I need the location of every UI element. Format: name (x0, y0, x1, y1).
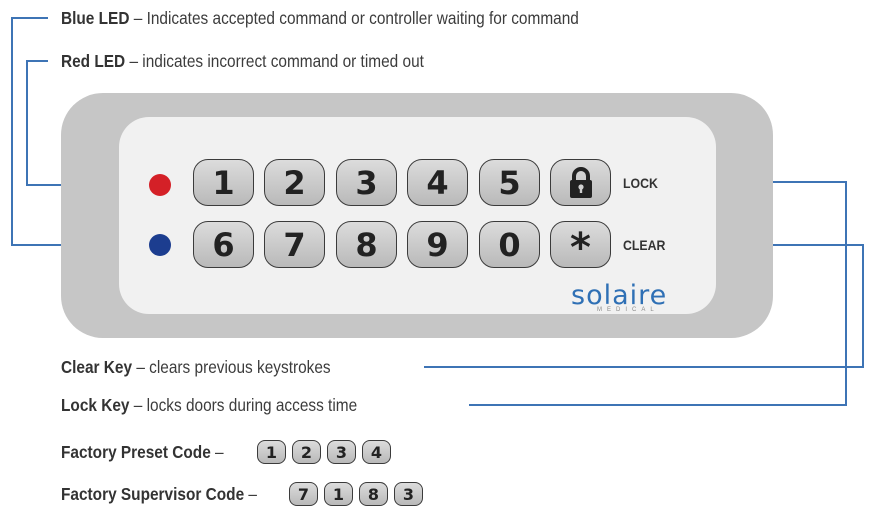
lock-icon (569, 166, 592, 198)
clear-key-title: Clear Key (61, 357, 133, 377)
preset-code-label: Factory Preset Code – (61, 441, 224, 463)
brand-subtitle: MEDICAL (597, 307, 659, 313)
supervisor-digit-3: 8 (359, 482, 388, 506)
supervisor-code-title: Factory Supervisor Code (61, 484, 245, 504)
supervisor-digit-1: 7 (289, 482, 318, 506)
key-0[interactable]: 0 (479, 221, 540, 268)
red-led-legend: Red LED – indicates incorrect command or… (61, 50, 424, 72)
supervisor-code-dash: – (244, 484, 258, 504)
supervisor-digit-2: 1 (324, 482, 353, 506)
key-6[interactable]: 6 (193, 221, 254, 268)
blue-led (149, 234, 171, 256)
preset-digit-4: 4 (362, 440, 391, 464)
lock-key-title: Lock Key (61, 395, 130, 415)
blue-led-legend: Blue LED – Indicates accepted command or… (61, 7, 579, 29)
supervisor-digit-4: 3 (394, 482, 423, 506)
key-2[interactable]: 2 (264, 159, 325, 206)
red-led (149, 174, 171, 196)
lock-label: LOCK (623, 175, 658, 191)
key-3[interactable]: 3 (336, 159, 397, 206)
supervisor-code-label: Factory Supervisor Code – (61, 483, 257, 505)
key-9[interactable]: 9 (407, 221, 468, 268)
preset-digit-1: 1 (257, 440, 286, 464)
lock-key-legend: Lock Key – locks doors during access tim… (61, 394, 357, 416)
clear-key-desc: – clears previous keystrokes (132, 357, 331, 377)
key-8[interactable]: 8 (336, 221, 397, 268)
clear-key-legend: Clear Key – clears previous keystrokes (61, 356, 331, 378)
clear-label: CLEAR (623, 237, 666, 253)
red-led-title: Red LED (61, 51, 126, 71)
lock-key-desc: – locks doors during access time (129, 395, 358, 415)
preset-digit-3: 3 (327, 440, 356, 464)
key-1[interactable]: 1 (193, 159, 254, 206)
preset-code-title: Factory Preset Code (61, 442, 211, 462)
key-4[interactable]: 4 (407, 159, 468, 206)
blue-led-title: Blue LED (61, 8, 130, 28)
key-5[interactable]: 5 (479, 159, 540, 206)
red-led-desc: – indicates incorrect command or timed o… (125, 51, 424, 71)
clear-key[interactable]: * (550, 221, 611, 271)
lock-key[interactable] (550, 159, 611, 206)
key-7[interactable]: 7 (264, 221, 325, 268)
preset-code-dash: – (210, 442, 224, 462)
preset-digit-2: 2 (292, 440, 321, 464)
blue-led-desc: – Indicates accepted command or controll… (129, 8, 579, 28)
